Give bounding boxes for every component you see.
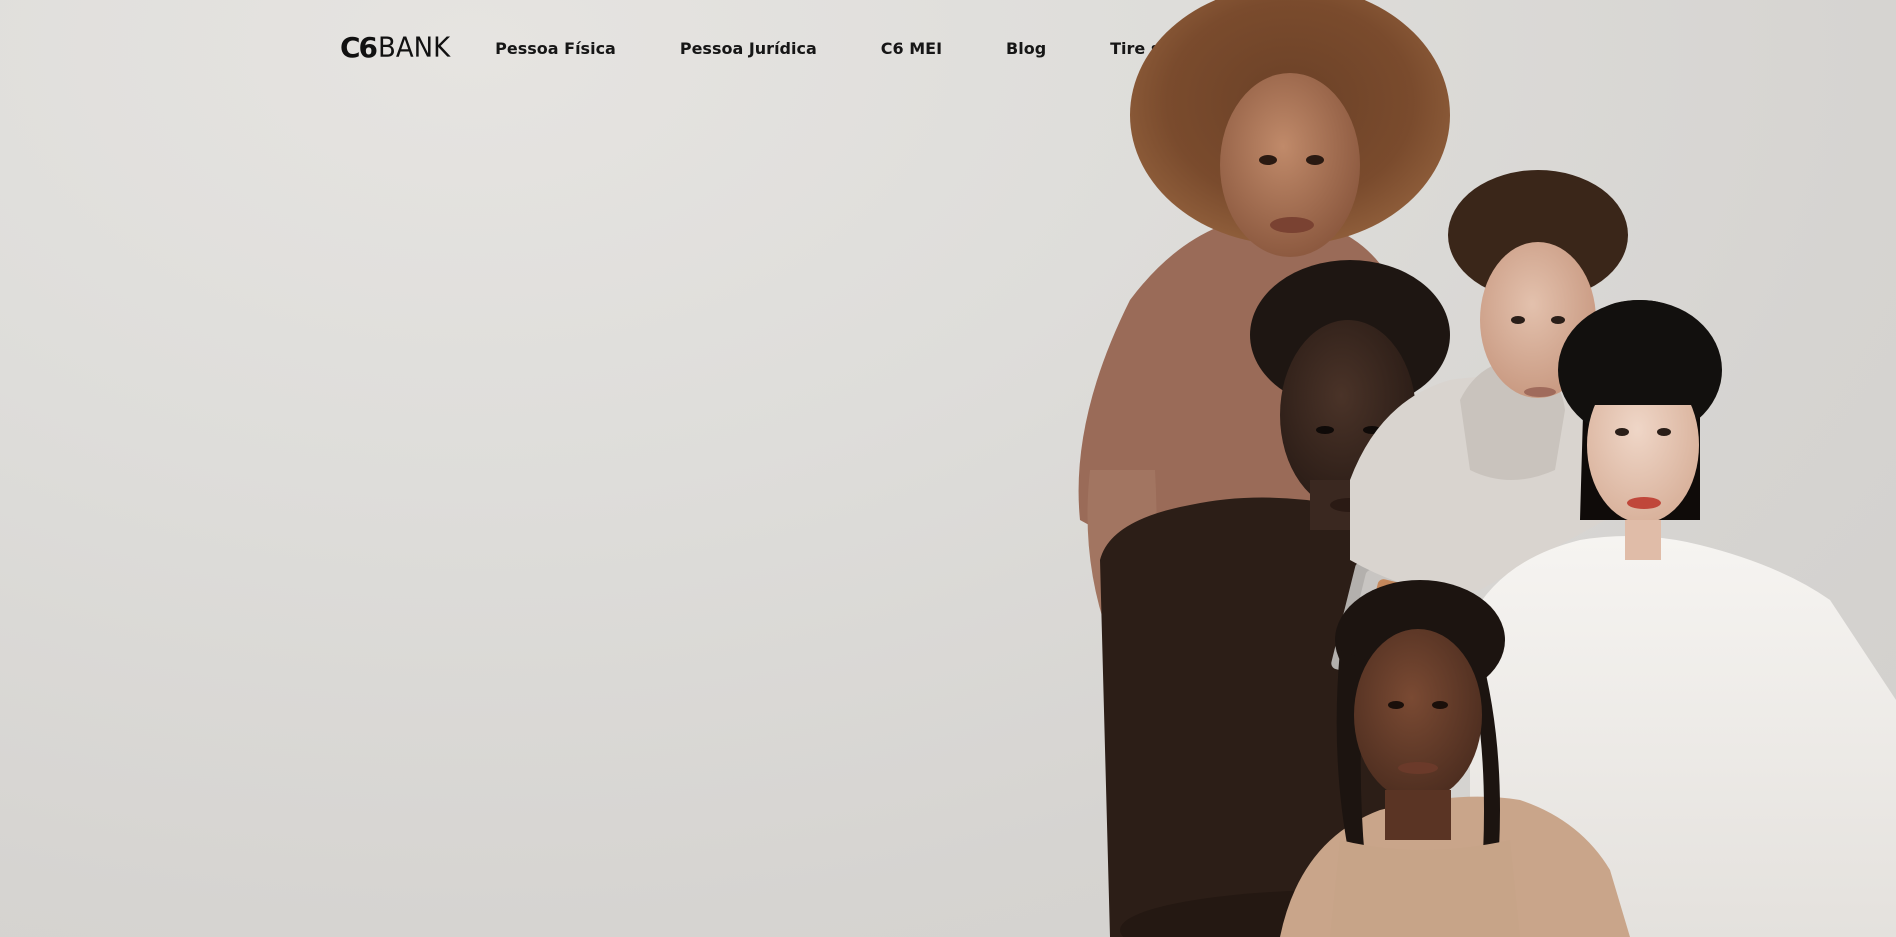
nav-item-pessoa-juridica[interactable]: Pessoa Jurídica bbox=[680, 39, 817, 58]
logo-wordmark: BANK bbox=[378, 32, 451, 64]
nav-item-c6-mei[interactable]: C6 MEI bbox=[881, 39, 942, 58]
nav-item-pessoa-fisica[interactable]: Pessoa Física bbox=[495, 39, 616, 58]
c6-bank-logo[interactable]: C6 BANK bbox=[340, 30, 450, 66]
hero-section: C6 BANK Pessoa Física Pessoa Jurídica C6… bbox=[0, 0, 1896, 937]
logo-mark: C6 bbox=[340, 31, 378, 64]
hero-photo bbox=[1078, 0, 1896, 937]
